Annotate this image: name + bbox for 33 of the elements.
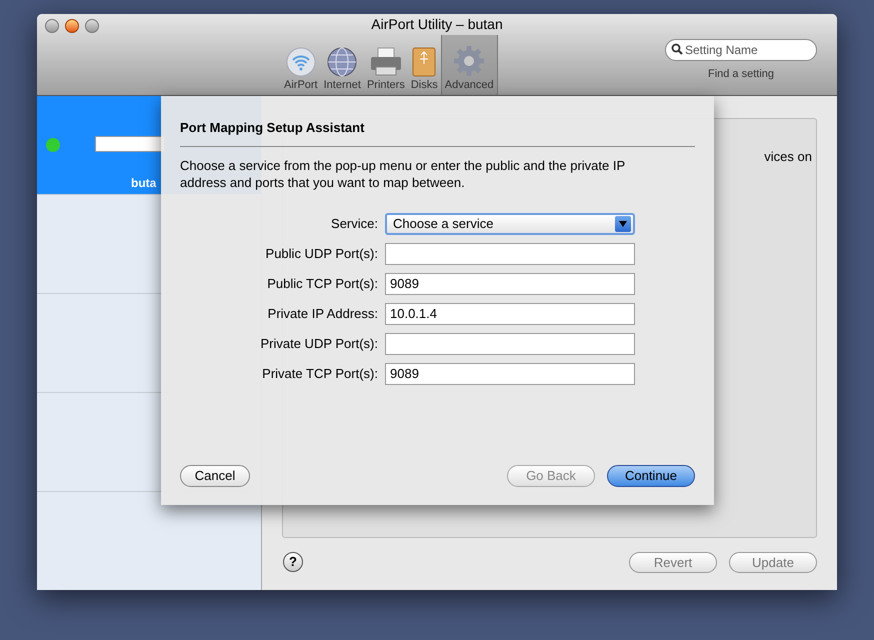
wifi-icon: [286, 47, 316, 77]
toolbar-button[interactable]: Disks: [408, 35, 441, 95]
close-window-button[interactable]: [45, 19, 59, 33]
panel-text: vices on: [764, 148, 812, 166]
field-label: Public TCP Port(s):: [266, 274, 378, 293]
field-label: Private TCP Port(s):: [261, 364, 378, 383]
window-title: AirPort Utility – butan: [371, 15, 503, 34]
help-button[interactable]: ?: [283, 552, 303, 572]
field-label: Public UDP Port(s):: [264, 244, 378, 263]
sheet-button[interactable]: Continue: [607, 465, 695, 487]
zoom-window-button[interactable]: [85, 19, 99, 33]
toolbar-button[interactable]: AirPort: [281, 35, 321, 95]
field-label: Private IP Address:: [266, 304, 378, 323]
input-field[interactable]: [385, 332, 635, 354]
input-field[interactable]: [385, 242, 635, 264]
input-field[interactable]: 10.0.1.4: [385, 302, 635, 324]
field-label: Private UDP Port(s):: [259, 334, 378, 353]
globe-icon: [327, 47, 358, 77]
sheet-button[interactable]: Cancel: [180, 465, 250, 487]
minimize-window-button[interactable]: [65, 19, 79, 33]
search-field[interactable]: Setting Name: [665, 39, 817, 61]
printer-icon: [370, 47, 402, 77]
search-caption: Find a setting: [708, 67, 774, 82]
toolbar-button[interactable]: Printers: [364, 35, 408, 95]
input-field[interactable]: 9089: [385, 362, 635, 384]
service-select[interactable]: Choose a service: [385, 212, 635, 234]
toolbar-button[interactable]: Internet: [320, 35, 364, 95]
search-icon: [671, 43, 683, 55]
input-field[interactable]: 9089: [385, 272, 635, 294]
toolbar-button[interactable]: Advanced: [440, 35, 498, 95]
device-name: buta: [131, 175, 156, 192]
gear-icon: [453, 45, 486, 77]
field-label: Service:: [330, 214, 378, 233]
